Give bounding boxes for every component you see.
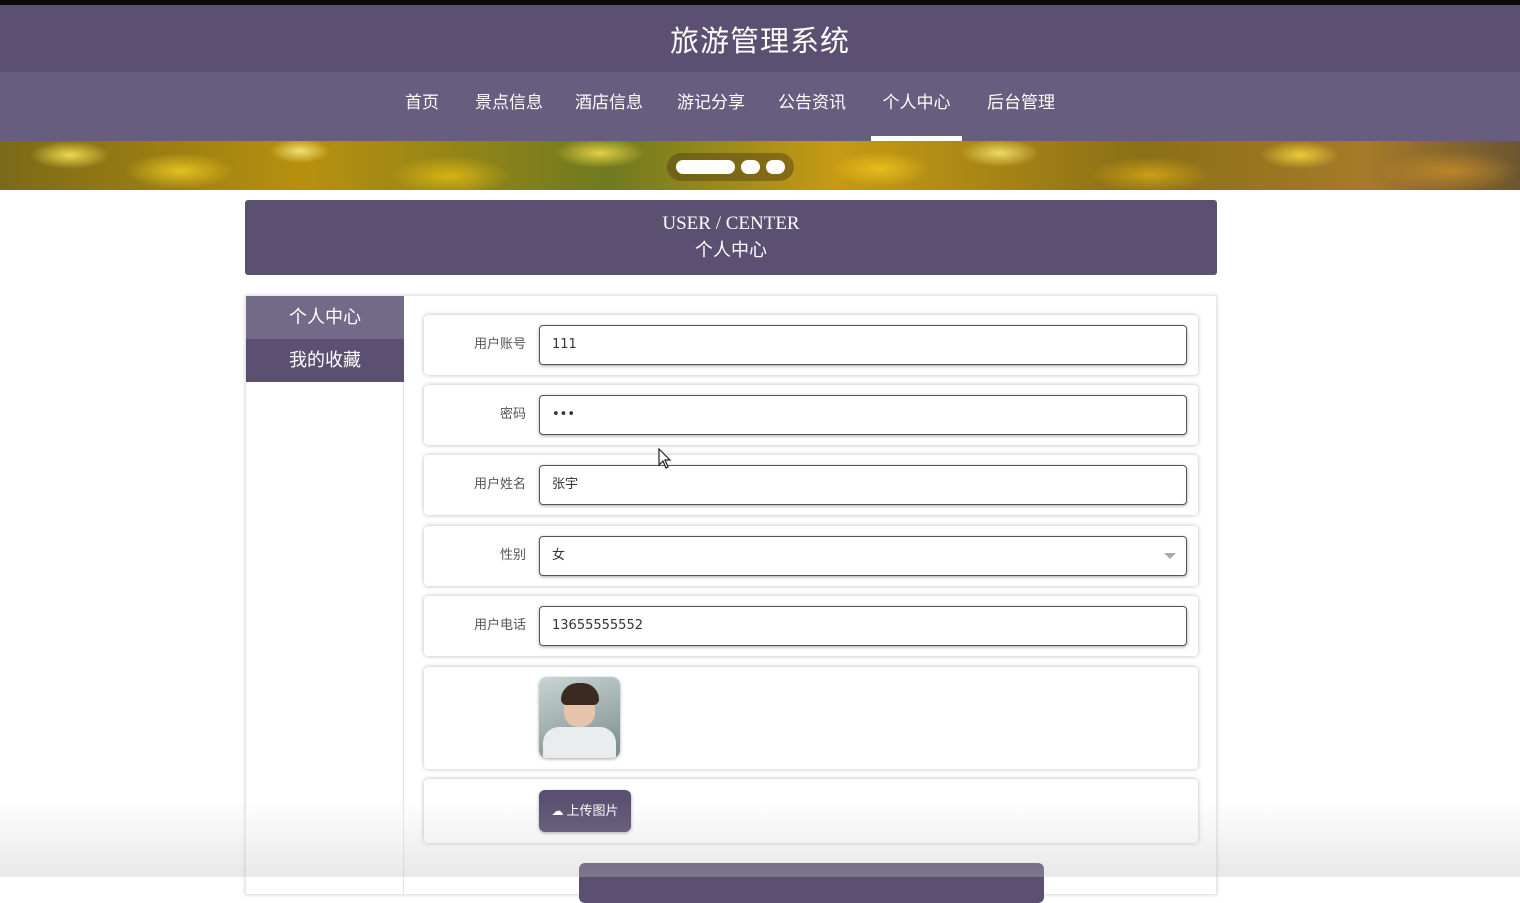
carousel-banner <box>0 141 1520 190</box>
password-label: 密码 <box>499 407 526 422</box>
carousel-indicators <box>667 153 794 181</box>
avatar-shirt <box>543 727 616 758</box>
site-title: 旅游管理系统 <box>669 23 850 58</box>
cloud-upload-icon: ☁ <box>551 804 564 818</box>
site-header: 旅游管理系统 <box>0 5 1520 72</box>
upload-image-button[interactable]: ☁ 上传图片 <box>539 790 631 832</box>
sidebar-item-favorites[interactable]: 我的收藏 <box>246 339 404 382</box>
form-row-account: 用户账号 111 <box>424 315 1198 375</box>
gender-select[interactable]: 女 <box>539 536 1187 576</box>
account-input[interactable]: 111 <box>539 325 1187 365</box>
form-row-password: 密码 ••• <box>424 385 1198 445</box>
password-input[interactable]: ••• <box>539 395 1187 435</box>
account-label: 用户账号 <box>473 337 526 352</box>
main-nav: 首页 景点信息 酒店信息 游记分享 公告资讯 个人中心 后台管理 <box>0 72 1520 141</box>
nav-item-attractions[interactable]: 景点信息 <box>466 72 552 141</box>
nav-item-home[interactable]: 首页 <box>395 72 449 141</box>
upload-button-label: 上传图片 <box>566 804 619 819</box>
mouse-cursor-icon <box>658 448 672 469</box>
phone-label: 用户电话 <box>473 618 526 633</box>
gender-label: 性别 <box>499 548 526 563</box>
name-input[interactable]: 张宇 <box>539 465 1187 505</box>
nav-item-hotels[interactable]: 酒店信息 <box>566 72 652 141</box>
nav-item-admin[interactable]: 后台管理 <box>978 72 1064 141</box>
form-row-avatar <box>424 667 1198 769</box>
form-row-upload: ☁ 上传图片 <box>424 779 1198 843</box>
nav-item-announcements[interactable]: 公告资讯 <box>769 72 855 141</box>
sidebar-item-user-center[interactable]: 个人中心 <box>246 296 404 339</box>
phone-input[interactable]: 13655555552 <box>539 606 1187 646</box>
carousel-dot-active[interactable] <box>676 160 735 174</box>
form-row-phone: 用户电话 13655555552 <box>424 596 1198 656</box>
avatar-image <box>539 677 620 758</box>
nav-item-user-center[interactable]: 个人中心 <box>871 72 962 141</box>
carousel-dot[interactable] <box>741 160 760 174</box>
section-title-cn: 个人中心 <box>695 240 767 261</box>
carousel-dot[interactable] <box>766 160 785 174</box>
section-header: USER / CENTER 个人中心 <box>245 200 1217 275</box>
sidebar: 个人中心 我的收藏 <box>246 296 404 896</box>
nav-item-travel-notes[interactable]: 游记分享 <box>668 72 754 141</box>
submit-button[interactable] <box>579 863 1044 903</box>
user-center-panel: 个人中心 我的收藏 用户账号 111 密码 ••• 用户姓名 张宇 性别 女 用… <box>245 295 1217 903</box>
gender-value: 女 <box>552 548 566 563</box>
name-label: 用户姓名 <box>473 477 526 492</box>
form-row-gender: 性别 女 <box>424 526 1198 586</box>
section-title-en: USER / CENTER <box>662 213 800 234</box>
form-row-name: 用户姓名 张宇 <box>424 455 1198 515</box>
chevron-down-icon <box>1164 553 1176 559</box>
avatar-hair <box>561 683 599 705</box>
